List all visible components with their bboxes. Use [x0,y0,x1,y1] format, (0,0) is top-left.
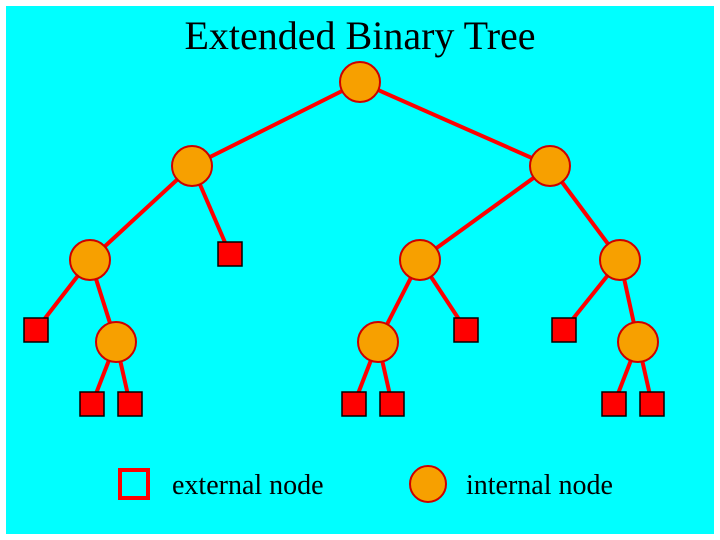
external-node [602,392,626,416]
internal-node [96,322,136,362]
external-node [24,318,48,342]
internal-node [618,322,658,362]
external-node [342,392,366,416]
tree-edge [360,82,550,166]
legend-internal-label: internal node [466,470,613,502]
legend-external-label: external node [172,470,324,502]
external-node [80,392,104,416]
external-node [454,318,478,342]
tree-svg [6,6,714,534]
external-node [380,392,404,416]
diagram-stage: Extended Binary Tree external node inter… [6,6,714,534]
internal-node [70,240,110,280]
internal-node [172,146,212,186]
legend-external-icon [120,470,148,498]
internal-node [600,240,640,280]
internal-node [340,62,380,102]
legend-internal-icon [410,466,446,502]
external-node [640,392,664,416]
internal-node [400,240,440,280]
external-node [218,242,242,266]
external-node [552,318,576,342]
tree-edge [420,166,550,260]
tree-edge [192,82,360,166]
internal-node [358,322,398,362]
external-node [118,392,142,416]
internal-node [530,146,570,186]
